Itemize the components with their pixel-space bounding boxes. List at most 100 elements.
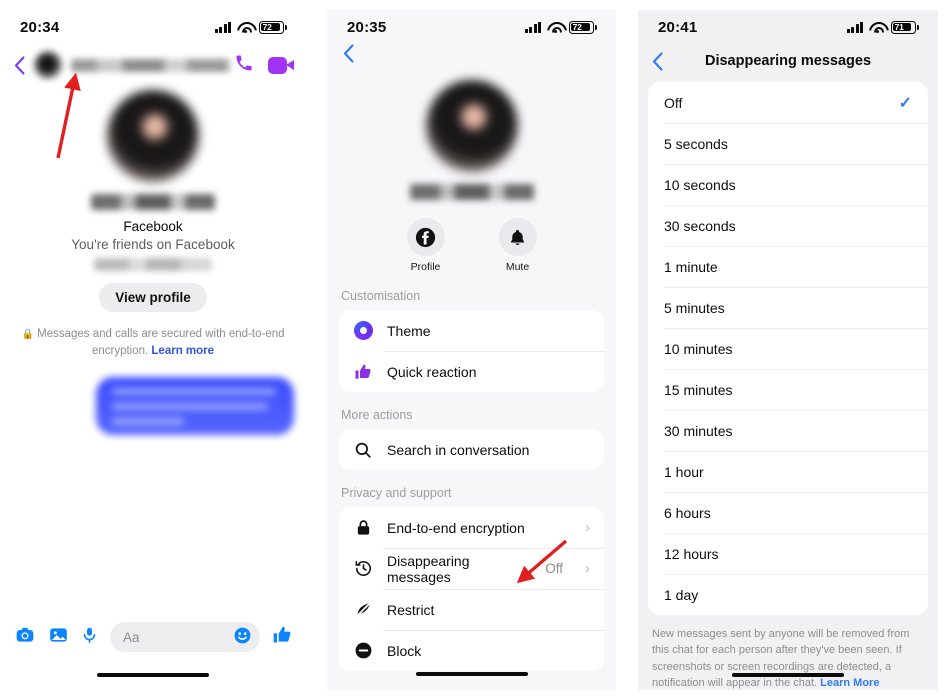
status-time: 20:34 [20,18,60,36]
phone-panel-disappearing-messages: 20:41 71 Disappearing messages Off ✓ 5 s… [638,10,938,690]
option-label: 10 seconds [664,176,736,193]
option-label: 1 hour [664,463,704,480]
status-time: 20:41 [658,18,698,36]
chevron-right-icon: › [585,560,590,577]
status-indicators: 72 [524,20,597,34]
profile-platform-label: Facebook [123,219,183,234]
phone-call-icon[interactable] [234,53,254,78]
option-10-seconds[interactable]: 10 seconds [648,164,928,205]
outgoing-message-bubble[interactable] [96,377,294,436]
section-title-customisation: Customisation [341,289,421,303]
view-profile-button[interactable]: View profile [99,283,207,312]
row-restrict[interactable]: Restrict [339,589,604,630]
option-label: 1 minute [664,258,718,275]
lock-icon: 🔒 [21,329,34,340]
option-label: 6 hours [664,504,711,521]
option-5-seconds[interactable]: 5 seconds [648,123,928,164]
battery-icon: 71 [891,20,919,34]
screenshot-stage: 20:34 72 Facebook You're friends on Face… [0,0,950,700]
section-title-more-actions: More actions [341,408,413,422]
option-label: 15 minutes [664,381,733,398]
facebook-icon [406,218,445,256]
quick-actions: Profile Mute [327,218,616,273]
contact-large-avatar[interactable] [425,80,518,172]
home-indicator [732,672,844,677]
battery-icon: 72 [259,20,287,34]
phone-panel-details: 20:35 72 Profile Mute Customisation Them… [327,10,616,690]
option-30-minutes[interactable]: 30 minutes [648,410,928,451]
encryption-learn-more-link[interactable]: Learn more [151,345,214,357]
option-5-minutes[interactable]: 5 minutes [648,287,928,328]
message-input[interactable]: Aa [110,622,260,652]
smiley-icon[interactable] [233,626,252,648]
bell-icon [498,218,537,256]
quick-action-profile[interactable]: Profile [398,218,454,273]
header-actions [234,53,294,78]
battery-level: 71 [894,22,904,32]
profile-relationship-label: You're friends on Facebook [71,237,235,252]
option-10-minutes[interactable]: 10 minutes [648,328,928,369]
option-label: 10 minutes [664,340,733,357]
microphone-icon[interactable] [81,625,98,650]
wifi-icon [869,21,885,34]
battery-level: 72 [262,22,272,32]
option-1-hour[interactable]: 1 hour [648,451,928,492]
contact-avatar[interactable] [34,51,62,79]
footnote-learn-more-link[interactable]: Learn More [820,677,879,689]
battery-icon: 72 [569,20,597,34]
checkmark-icon: ✓ [898,94,912,112]
option-12-hours[interactable]: 12 hours [648,533,928,574]
back-chevron-icon[interactable] [652,51,663,71]
option-30-seconds[interactable]: 30 seconds [648,205,928,246]
option-1-day[interactable]: 1 day [648,574,928,615]
chat-header [0,44,306,86]
option-label: 5 seconds [664,135,728,152]
option-1-minute[interactable]: 1 minute [648,246,928,287]
option-off[interactable]: Off ✓ [648,82,928,123]
quick-action-label: Profile [410,261,441,273]
cellular-bars-icon [214,21,231,33]
row-disappearing-messages[interactable]: Disappearing messages Off › [339,548,604,589]
contact-display-name [91,194,215,210]
page-title: Disappearing messages [704,53,872,69]
back-chevron-icon[interactable] [343,44,600,63]
quick-action-mute[interactable]: Mute [490,218,546,273]
photo-gallery-icon[interactable] [48,625,69,650]
thumbs-up-icon[interactable] [272,625,292,650]
details-header [327,44,616,78]
row-block[interactable]: Block [339,630,604,671]
option-label: Off [664,94,683,111]
details-profile [327,78,616,200]
row-quick-reaction[interactable]: Quick reaction [339,351,604,392]
status-indicators: 72 [214,20,287,34]
status-bar: 20:35 72 [327,10,616,44]
camera-icon[interactable] [14,625,36,650]
back-chevron-icon[interactable] [14,55,25,75]
video-call-icon[interactable] [268,56,294,74]
thumbs-up-icon [353,363,373,381]
phone-panel-chat: 20:34 72 Facebook You're friends on Face… [0,10,306,690]
restrict-icon [353,600,373,619]
search-icon [353,441,373,459]
message-input-placeholder: Aa [123,629,140,645]
row-label: Theme [387,322,431,339]
home-indicator [415,671,528,676]
option-15-minutes[interactable]: 15 minutes [648,369,928,410]
wifi-icon [237,21,253,34]
message-composer: Aa [0,622,306,652]
row-label: End-to-end encryption [387,519,525,536]
row-label: Quick reaction [387,363,477,380]
block-icon [353,641,373,660]
message-list [0,359,306,436]
option-label: 5 minutes [664,299,725,316]
home-indicator [97,672,209,677]
row-end-to-end-encryption[interactable]: End-to-end encryption › [339,507,604,548]
option-6-hours[interactable]: 6 hours [648,492,928,533]
row-theme[interactable]: Theme [339,310,604,351]
lock-icon [353,518,373,537]
contact-large-avatar[interactable] [107,90,199,182]
contact-name[interactable] [71,58,232,72]
status-bar: 20:41 71 [638,10,938,44]
row-search-in-conversation[interactable]: Search in conversation [339,429,604,470]
battery-level: 72 [572,22,582,32]
